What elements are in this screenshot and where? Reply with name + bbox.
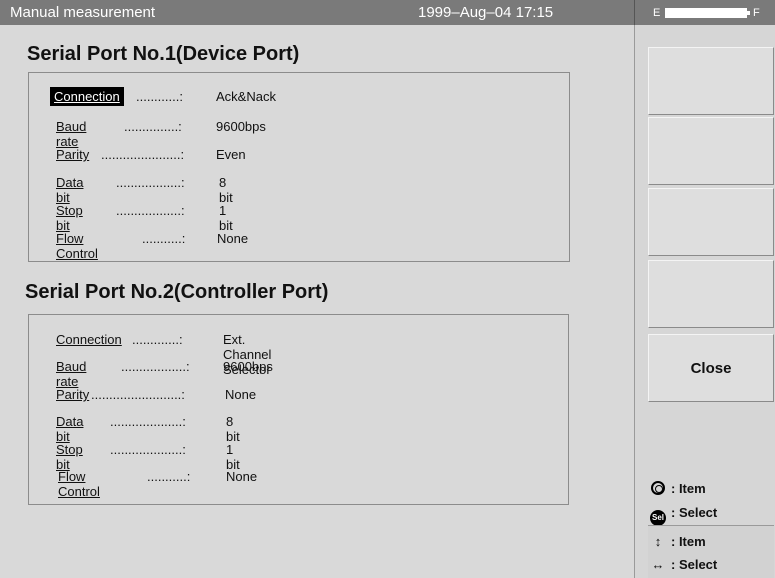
legend-updown-item-text: : Item xyxy=(671,534,706,549)
leader-dots: ......................: xyxy=(101,147,185,162)
battery-icon xyxy=(665,8,750,18)
port1-flow-control-label[interactable]: Flow Control xyxy=(54,231,100,261)
port2-baud-rate-value: 9600bps xyxy=(223,359,273,374)
port2-stop-bit-value: 1 bit xyxy=(226,442,240,472)
port2-title: Serial Port No.2(Controller Port) xyxy=(25,281,329,303)
port1-parity-label[interactable]: Parity xyxy=(54,147,91,162)
battery-empty-label: E xyxy=(653,7,661,19)
title-bar: Manual measurement 1999–Aug–04 17:15 xyxy=(0,0,634,25)
leader-dots: ............: xyxy=(136,89,183,104)
port2-data-bit-value: 8 bit xyxy=(226,414,240,444)
leader-dots: ....................: xyxy=(110,414,186,429)
datetime-display: 1999–Aug–04 17:15 xyxy=(418,4,554,21)
port2-parity-label[interactable]: Parity xyxy=(54,387,91,402)
port1-stop-bit-label[interactable]: Stop bit xyxy=(54,203,85,233)
leader-dots: ..................: xyxy=(116,175,185,190)
rotary-knob-icon xyxy=(651,481,665,495)
port1-flow-control-value: None xyxy=(217,231,249,246)
port1-settings-box: Connection ............: Ack&Nack Baud r… xyxy=(28,72,570,262)
arrow-key-legend: ↕ : Item ↔ : Select xyxy=(648,525,774,578)
legend-dial-item-text: : Item xyxy=(671,481,706,496)
main-panel: Serial Port No.1(Device Port) Connection… xyxy=(0,25,634,578)
legend-leftright-select: ↔ : Select xyxy=(649,557,718,572)
port2-settings-box: Connection .............: Ext. Channel S… xyxy=(28,314,569,505)
legend-sel-select: Sel : Select xyxy=(649,505,717,526)
softkey-3[interactable] xyxy=(648,188,774,256)
leader-dots: ..................: xyxy=(116,203,185,218)
port2-parity-value: None xyxy=(225,387,257,402)
port2-connection-label[interactable]: Connection xyxy=(54,332,124,347)
leader-dots: ...........: xyxy=(142,231,186,246)
port2-baud-rate-label[interactable]: Baud rate xyxy=(54,359,88,389)
sel-button-icon: Sel xyxy=(650,510,666,526)
port1-baud-rate-label[interactable]: Baud rate xyxy=(54,119,88,149)
legend-updown-item: ↕ : Item xyxy=(649,534,706,549)
port1-title: Serial Port No.1(Device Port) xyxy=(27,43,300,65)
port1-data-bit-value: 8 bit xyxy=(219,175,233,205)
leader-dots: ...............: xyxy=(124,119,182,134)
softkey-4[interactable] xyxy=(648,260,774,328)
leader-dots: .............: xyxy=(132,332,183,347)
port2-stop-bit-label[interactable]: Stop bit xyxy=(54,442,85,472)
leader-dots: ..................: xyxy=(121,359,190,374)
window-title: Manual measurement xyxy=(10,4,156,21)
up-down-arrow-icon: ↕ xyxy=(654,534,662,549)
port1-connection-label[interactable]: Connection xyxy=(50,87,124,106)
leader-dots: ...........: xyxy=(147,469,191,484)
port1-connection-value: Ack&Nack xyxy=(216,89,276,104)
port1-baud-rate-value: 9600bps xyxy=(216,119,266,134)
leader-dots: .........................: xyxy=(91,387,185,402)
legend-dial-item: : Item xyxy=(649,481,706,496)
softkey-panel: Close : Item Sel : Select ↕ : Item ↔ : Sele… xyxy=(634,25,775,578)
close-button[interactable]: Close xyxy=(648,334,774,402)
battery-full-label: F xyxy=(753,7,760,19)
port1-stop-bit-value: 1 bit xyxy=(219,203,233,233)
port2-data-bit-label[interactable]: Data bit xyxy=(54,414,85,444)
battery-indicator: E F xyxy=(634,0,775,25)
softkey-1[interactable] xyxy=(648,47,774,115)
legend-leftright-select-text: : Select xyxy=(671,557,718,572)
left-right-arrow-icon: ↔ xyxy=(651,557,665,572)
legend-sel-select-text: : Select xyxy=(671,505,718,520)
port2-flow-control-value: None xyxy=(226,469,258,484)
port1-parity-value: Even xyxy=(216,147,246,162)
port2-flow-control-label[interactable]: Flow Control xyxy=(56,469,102,499)
leader-dots: ....................: xyxy=(110,442,186,457)
softkey-2[interactable] xyxy=(648,117,774,185)
port1-data-bit-label[interactable]: Data bit xyxy=(54,175,85,205)
